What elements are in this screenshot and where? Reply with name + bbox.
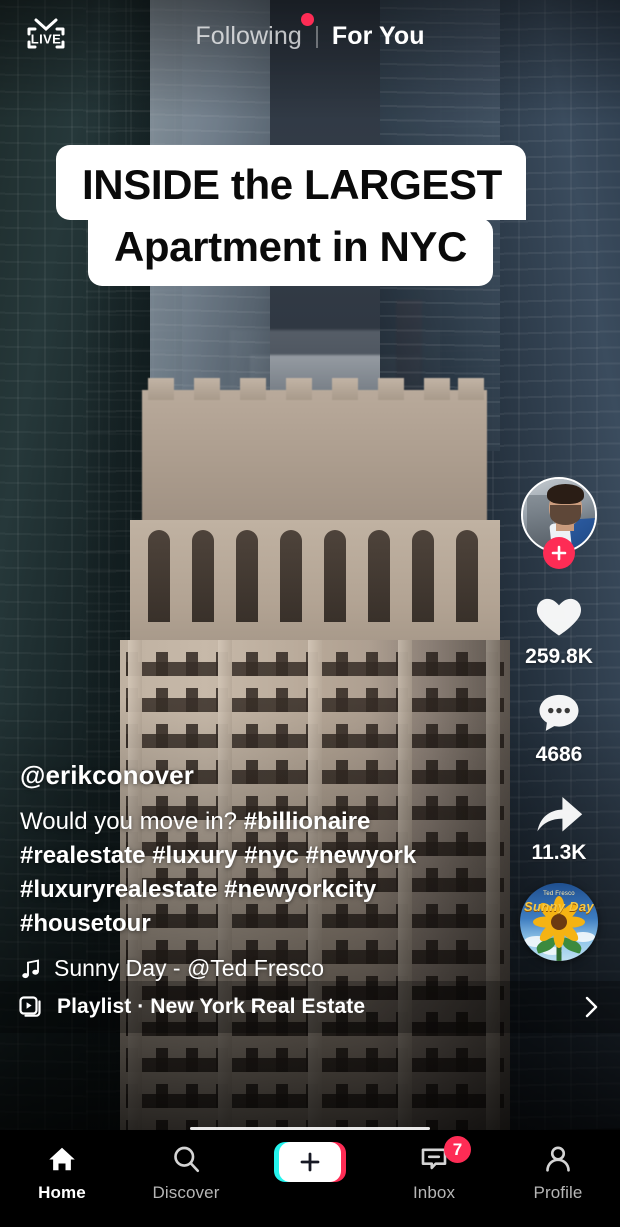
nav-label-home: Home	[38, 1183, 86, 1202]
heart-icon	[536, 598, 582, 636]
inbox-badge: 7	[444, 1136, 471, 1163]
playlist-label: Playlist · New York Real Estate	[57, 995, 366, 1018]
playlist-icon	[19, 996, 41, 1017]
bottom-navigation: Home Discover 7 Inbox Profile	[0, 1130, 620, 1227]
home-icon	[49, 1147, 75, 1171]
disc-art-subtitle: Ted Fresco	[543, 891, 575, 897]
tower-crown	[142, 378, 487, 540]
sticker-line-1: INSIDE the LARGEST	[56, 145, 526, 220]
like-button[interactable]: 259.8K	[525, 585, 593, 669]
search-icon	[174, 1146, 200, 1173]
tab-for-you[interactable]: For You	[318, 22, 439, 51]
tab-for-you-label: For You	[331, 22, 425, 50]
music-title: Sunny Day - @Ted Fresco	[54, 955, 325, 981]
follow-button[interactable]	[543, 537, 575, 569]
tab-following[interactable]: Following	[181, 13, 316, 51]
tower-gothic-arcade	[130, 520, 500, 660]
create-plus-icon	[300, 1152, 320, 1172]
create-button[interactable]	[274, 1142, 346, 1182]
comment-icon	[539, 694, 579, 731]
nav-label-inbox: Inbox	[412, 1183, 456, 1202]
music-row[interactable]: Sunny Day - @Ted Fresco	[20, 955, 450, 982]
feed-tabs: Following For You	[0, 13, 620, 51]
nav-item-home[interactable]: Home	[0, 1142, 124, 1203]
following-dot-badge	[300, 13, 314, 26]
post-caption: Would you move in? #billionaire #realest…	[20, 805, 450, 941]
nav-label-profile: Profile	[533, 1183, 583, 1202]
disc-art-title: Sunny Day	[524, 899, 594, 914]
nav-label-discover: Discover	[152, 1183, 220, 1202]
sticker-line-2: Apartment in NYC	[88, 218, 493, 286]
author-username[interactable]: @erikconover	[20, 760, 450, 791]
share-count: 11.3K	[531, 841, 587, 864]
video-text-sticker[interactable]: INSIDE the LARGEST Apartment in NYC	[56, 145, 526, 288]
like-count: 259.8K	[525, 645, 593, 668]
nav-item-profile[interactable]: Profile	[496, 1142, 620, 1203]
nav-item-discover[interactable]: Discover	[124, 1142, 248, 1203]
music-note-icon	[22, 958, 39, 978]
comment-count: 4686	[535, 743, 583, 766]
tab-following-label: Following	[195, 22, 302, 50]
author-avatar-group[interactable]	[521, 477, 597, 569]
caption-text: Would you move in?	[20, 807, 244, 835]
share-arrow-icon	[537, 797, 583, 832]
nav-item-create[interactable]	[248, 1142, 372, 1189]
playlist-bar[interactable]: Playlist · New York Real Estate	[0, 981, 620, 1033]
top-navigation: LIVE Following For You	[0, 0, 620, 80]
action-rail: 259.8K 4686 11.3K Ted Fresco Sunny Day	[512, 477, 606, 961]
nav-item-inbox[interactable]: 7 Inbox	[372, 1136, 496, 1203]
person-icon	[546, 1146, 570, 1172]
comment-button[interactable]: 4686	[531, 683, 587, 767]
video-player[interactable]: LIVE Following For You INSIDE the LARGES…	[0, 0, 620, 1130]
share-button[interactable]: 11.3K	[530, 781, 588, 865]
music-disc[interactable]: Ted Fresco Sunny Day	[520, 883, 598, 961]
chevron-right-icon[interactable]	[580, 994, 602, 1020]
plus-icon	[551, 545, 567, 561]
post-info: @erikconover Would you move in? #billion…	[20, 760, 450, 982]
